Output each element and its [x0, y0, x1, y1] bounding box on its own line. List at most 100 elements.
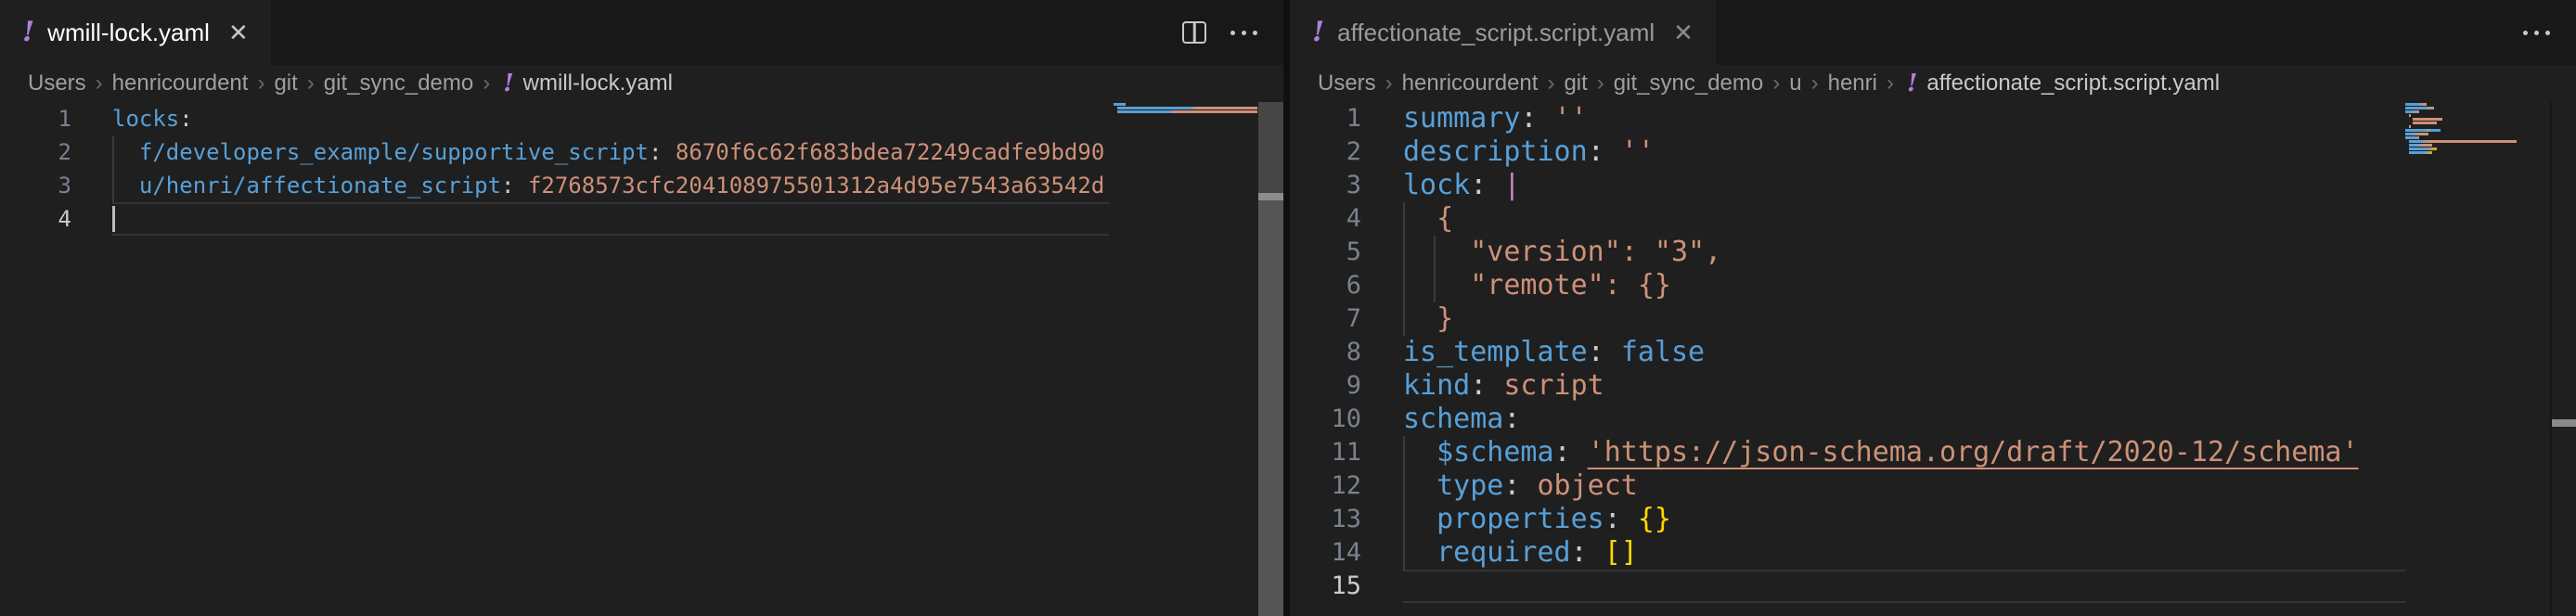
code-line[interactable]: 4	[0, 202, 1109, 236]
gutter[interactable]: 14	[1290, 536, 1403, 570]
code-line[interactable]: 4 {	[1290, 202, 2405, 236]
minimap[interactable]	[2405, 103, 2544, 155]
code-text[interactable]: }	[1403, 302, 2405, 336]
code-text[interactable]: schema:	[1403, 403, 2405, 436]
code-line[interactable]: 14 required: []	[1290, 536, 2405, 570]
code-text[interactable]: kind: script	[1403, 369, 2405, 403]
breadcrumb-file[interactable]: wmill-lock.yaml	[523, 71, 673, 96]
gutter[interactable]: 3	[0, 169, 112, 202]
code-line[interactable]: 5 "version": "3",	[1290, 236, 2405, 269]
code-lines[interactable]: 1summary: ''2description: ''3lock: |4 {5…	[1290, 102, 2405, 616]
code-text[interactable]	[1403, 570, 2405, 603]
editor-group-sash[interactable]	[1283, 0, 1290, 616]
line-number[interactable]: 2	[0, 135, 71, 169]
code-text[interactable]: is_template: false	[1403, 336, 2405, 369]
gutter[interactable]: 1	[1290, 102, 1403, 135]
code-line[interactable]: 9 kind: script	[1290, 369, 2405, 403]
gutter[interactable]: 9	[1290, 369, 1403, 403]
gutter[interactable]: 4	[1290, 202, 1403, 236]
editor[interactable]: 1summary: ''2description: ''3lock: |4 {5…	[1290, 102, 2576, 616]
line-number[interactable]: 2	[1290, 135, 1361, 169]
code-line[interactable]: 2 f/developers_example/supportive_script…	[0, 135, 1109, 169]
tab-affectionate-script-yaml[interactable]: ! affectionate_script.script.yaml ✕	[1290, 0, 1716, 65]
line-number[interactable]: 7	[1290, 302, 1361, 336]
close-icon[interactable]: ✕	[223, 19, 249, 47]
code-line[interactable]: 1 locks:	[0, 102, 1109, 135]
code-text[interactable]: {	[1403, 202, 2405, 236]
code-lines[interactable]: 1locks:2 f/developers_example/supportive…	[0, 102, 1109, 616]
minimap[interactable]	[1114, 103, 1258, 114]
line-number[interactable]: 11	[1290, 436, 1361, 469]
tab-wmill-lock-yaml[interactable]: ! wmill-lock.yaml ✕	[0, 0, 271, 65]
gutter[interactable]: 15	[1290, 570, 1403, 603]
breadcrumb-file[interactable]: affectionate_script.script.yaml	[1926, 71, 2220, 96]
breadcrumb-item[interactable]: henricourdent	[112, 71, 249, 96]
code-text[interactable]: $schema: 'https://json-schema.org/draft/…	[1403, 436, 2405, 469]
code-text[interactable]	[112, 202, 1109, 236]
code-line[interactable]: 8 is_template: false	[1290, 336, 2405, 369]
line-number[interactable]: 3	[1290, 169, 1361, 202]
line-number[interactable]: 13	[1290, 503, 1361, 536]
line-number[interactable]: 1	[1290, 102, 1361, 135]
breadcrumb-item[interactable]: henri	[1828, 71, 1877, 96]
gutter[interactable]: 13	[1290, 503, 1403, 536]
breadcrumb-item[interactable]: henricourdent	[1402, 71, 1539, 96]
gutter[interactable]: 11	[1290, 436, 1403, 469]
code-text[interactable]: "remote": {}	[1403, 269, 2405, 302]
code-text[interactable]: required: []	[1403, 536, 2405, 570]
line-number[interactable]: 15	[1290, 570, 1361, 603]
breadcrumb-item[interactable]: git_sync_demo	[324, 71, 473, 96]
breadcrumb-item[interactable]: Users	[1318, 71, 1376, 96]
line-number[interactable]: 5	[1290, 236, 1361, 269]
code-text[interactable]: locks:	[112, 102, 1109, 135]
line-number[interactable]: 10	[1290, 403, 1361, 436]
code-text[interactable]: type: object	[1403, 469, 2405, 503]
code-text[interactable]: summary: ''	[1403, 102, 2405, 135]
code-line[interactable]: 11 $schema: 'https://json-schema.org/dra…	[1290, 436, 2405, 469]
gutter[interactable]: 4	[0, 202, 112, 236]
scrollbar-slider[interactable]	[1258, 193, 1283, 200]
code-text[interactable]: u/henri/affectionate_script: f2768573cfc…	[112, 169, 1109, 202]
close-icon[interactable]: ✕	[1668, 19, 1694, 47]
line-number[interactable]: 8	[1290, 336, 1361, 369]
split-editor-icon[interactable]	[1182, 21, 1206, 44]
breadcrumb-item[interactable]: u	[1789, 71, 1801, 96]
code-line[interactable]: 7 }	[1290, 302, 2405, 336]
line-number[interactable]: 6	[1290, 269, 1361, 302]
gutter[interactable]: 2	[0, 135, 112, 169]
code-text[interactable]: f/developers_example/supportive_script: …	[112, 135, 1109, 169]
code-line[interactable]: 12 type: object	[1290, 469, 2405, 503]
code-text[interactable]: properties: {}	[1403, 503, 2405, 536]
line-number[interactable]: 1	[0, 102, 71, 135]
gutter[interactable]: 5	[1290, 236, 1403, 269]
code-line[interactable]: 13 properties: {}	[1290, 503, 2405, 536]
gutter[interactable]: 3	[1290, 169, 1403, 202]
breadcrumb-item[interactable]: Users	[28, 71, 86, 96]
breadcrumb-item[interactable]: git	[1564, 71, 1587, 96]
line-number[interactable]: 14	[1290, 536, 1361, 570]
line-number[interactable]: 3	[0, 169, 71, 202]
code-line[interactable]: 1 summary: ''	[1290, 102, 2405, 135]
line-number[interactable]: 9	[1290, 369, 1361, 403]
code-text[interactable]: description: ''	[1403, 135, 2405, 169]
code-line[interactable]: 10 schema:	[1290, 403, 2405, 436]
breadcrumb-item[interactable]: git	[274, 71, 297, 96]
line-number[interactable]: 4	[1290, 202, 1361, 236]
code-text[interactable]: lock: |	[1403, 169, 2405, 202]
gutter[interactable]: 2	[1290, 135, 1403, 169]
gutter[interactable]: 12	[1290, 469, 1403, 503]
code-line[interactable]: 6 "remote": {}	[1290, 269, 2405, 302]
line-number[interactable]: 12	[1290, 469, 1361, 503]
more-actions-icon[interactable]	[2523, 31, 2550, 35]
code-line[interactable]: 3 lock: |	[1290, 169, 2405, 202]
scrollbar[interactable]	[1258, 102, 1283, 616]
code-text[interactable]: "version": "3",	[1403, 236, 2405, 269]
gutter[interactable]: 7	[1290, 302, 1403, 336]
code-line[interactable]: 3 u/henri/affectionate_script: f2768573c…	[0, 169, 1109, 202]
gutter[interactable]: 6	[1290, 269, 1403, 302]
gutter[interactable]: 10	[1290, 403, 1403, 436]
breadcrumb-item[interactable]: git_sync_demo	[1614, 71, 1763, 96]
code-line[interactable]: 15	[1290, 570, 2405, 603]
editor[interactable]: 1locks:2 f/developers_example/supportive…	[0, 102, 1283, 616]
line-number[interactable]: 4	[0, 202, 71, 236]
